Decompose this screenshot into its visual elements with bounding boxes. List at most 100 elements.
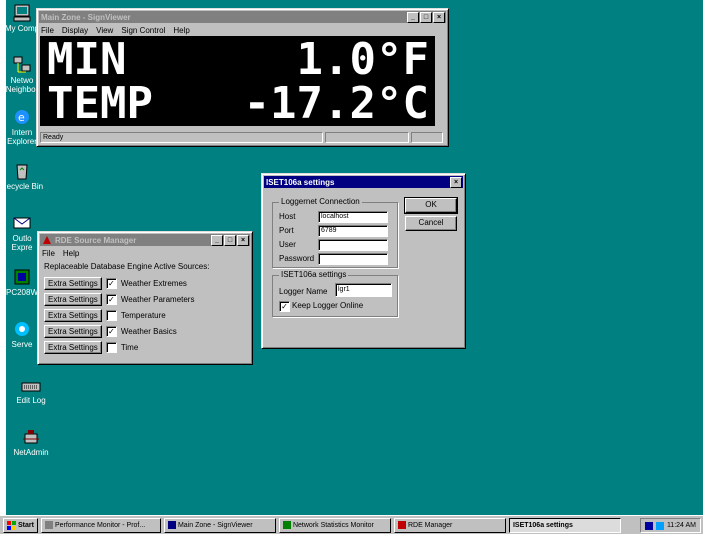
source-checkbox[interactable]: ✓	[105, 326, 117, 337]
keep-online-label: Keep Logger Online	[292, 301, 364, 310]
source-label: Weather Extremes	[120, 279, 187, 288]
rde-window[interactable]: RDE Source Manager _ □ × File Help Repla…	[37, 231, 253, 365]
desktop-icon-label: NetAdmin	[13, 448, 49, 457]
source-row: Extra Settings Time	[44, 340, 246, 355]
keyboard-icon	[21, 382, 41, 392]
svg-text:e: e	[18, 111, 25, 124]
sign-line-1-value: 1.0°F	[296, 34, 429, 85]
iset-titlebar[interactable]: ISET106a settings ×	[264, 176, 463, 188]
taskbar: Start Performance Monitor - Prof... Main…	[0, 515, 703, 534]
perfmon-icon	[44, 521, 53, 529]
windows-logo-icon	[7, 520, 16, 530]
source-row: Extra Settings Temperature	[44, 308, 246, 323]
ok-button[interactable]: OK	[404, 197, 458, 214]
close-button[interactable]: ×	[450, 176, 462, 188]
menu-sign-control[interactable]: Sign Control	[121, 26, 165, 35]
desktop-icon-label: Serve	[11, 340, 33, 349]
source-row: Extra Settings ✓ Weather Extremes	[44, 276, 246, 291]
desktop-icon-recycle-bin[interactable]: Recycle Bin	[6, 162, 52, 191]
taskbar-item-label: Performance Monitor - Prof...	[54, 521, 146, 529]
extra-settings-button[interactable]: Extra Settings	[44, 293, 102, 306]
desktop-icon-label: Netwo Neighbor	[6, 76, 39, 94]
maximize-button[interactable]: □	[224, 234, 236, 246]
minimize-button[interactable]: _	[211, 234, 223, 246]
password-field[interactable]	[318, 253, 388, 265]
source-label: Weather Parameters	[120, 295, 195, 304]
recycle-bin-icon	[16, 164, 28, 180]
signviewer-icon	[167, 521, 176, 529]
signviewer-window[interactable]: Main Zone - SignViewer _ □ × File Displa…	[36, 8, 449, 147]
port-label: Port	[279, 226, 294, 235]
rde-icon	[397, 521, 406, 529]
user-label: User	[279, 240, 296, 249]
extra-settings-button[interactable]: Extra Settings	[44, 309, 102, 322]
host-label: Host	[279, 212, 296, 221]
close-button[interactable]: ×	[433, 11, 445, 23]
source-checkbox[interactable]	[105, 310, 117, 321]
source-checkbox[interactable]	[105, 342, 117, 353]
pc208w-icon	[14, 269, 30, 285]
source-checkbox[interactable]: ✓	[105, 278, 117, 289]
system-tray: 11:24 AM	[639, 518, 701, 533]
start-button[interactable]: Start	[3, 517, 38, 533]
taskbar-item-iset-settings[interactable]: ISET106a settings	[508, 517, 621, 533]
signviewer-titlebar[interactable]: Main Zone - SignViewer _ □ ×	[39, 11, 446, 23]
extra-settings-button[interactable]: Extra Settings	[44, 277, 102, 290]
network-icon	[13, 56, 31, 73]
keep-online-checkbox[interactable]: ✓	[279, 301, 290, 312]
source-row: Extra Settings ✓ Weather Basics	[44, 324, 246, 339]
taskbar-item-label: Main Zone - SignViewer	[177, 521, 253, 529]
status-text: Ready	[40, 132, 323, 143]
taskbar-item-label: Network Statistics Monitor	[292, 521, 374, 529]
rde-body: Replaceable Database Engine Active Sourc…	[38, 259, 252, 359]
tray-network-icon[interactable]	[644, 521, 653, 530]
signviewer-statusbar: Ready	[40, 132, 445, 143]
signviewer-title: Main Zone - SignViewer	[41, 12, 131, 22]
desktop-icon-label: My Comp	[6, 24, 40, 33]
source-label: Temperature	[120, 311, 166, 320]
menu-file[interactable]: File	[42, 249, 55, 258]
close-button[interactable]: ×	[237, 234, 249, 246]
desktop-icon-label: Outlo Expre	[11, 234, 33, 252]
taskbar-item-network-statistics[interactable]: Network Statistics Monitor	[278, 517, 391, 533]
extra-settings-button[interactable]: Extra Settings	[44, 341, 102, 354]
tray-speaker-icon[interactable]	[655, 521, 664, 530]
sign-line-1-label: MIN	[47, 34, 127, 85]
logger-name-field[interactable]: lgr1	[335, 283, 392, 297]
minimize-button[interactable]: _	[407, 11, 419, 23]
rde-titlebar[interactable]: RDE Source Manager _ □ ×	[40, 234, 250, 246]
menu-help[interactable]: Help	[173, 26, 189, 35]
taskbar-item-signviewer[interactable]: Main Zone - SignViewer	[163, 517, 276, 533]
desktop-icon-label: PC208W	[6, 288, 38, 297]
user-field[interactable]	[318, 239, 388, 251]
taskbar-item-label: RDE Manager	[407, 521, 453, 529]
source-row: Extra Settings ✓ Weather Parameters	[44, 292, 246, 307]
rde-heading: Replaceable Database Engine Active Sourc…	[44, 262, 210, 271]
desktop-icon-label: Edit Log	[16, 396, 46, 405]
maximize-button[interactable]: □	[420, 11, 432, 23]
clock[interactable]: 11:24 AM	[667, 519, 696, 532]
sign-line-2-value: -17.2°C	[243, 78, 429, 129]
port-field[interactable]: 6789	[318, 225, 388, 237]
cancel-button[interactable]: Cancel	[405, 216, 457, 231]
host-field[interactable]: localhost	[318, 211, 388, 223]
menu-help[interactable]: Help	[63, 249, 79, 258]
source-label: Weather Basics	[120, 327, 177, 336]
status-pane-3	[411, 132, 443, 143]
taskbar-item-performance-monitor[interactable]: Performance Monitor - Prof...	[40, 517, 161, 533]
netstat-icon	[282, 521, 291, 529]
group-label: Loggernet Connection	[279, 197, 362, 206]
desktop-icon-edit-log[interactable]: Edit Log	[6, 376, 61, 405]
source-checkbox[interactable]: ✓	[105, 294, 117, 305]
server-icon	[15, 322, 29, 336]
loggernet-connection-group: Loggernet Connection Host localhost Port…	[272, 197, 398, 268]
iset-dialog[interactable]: ISET106a settings × Loggernet Connection…	[261, 173, 466, 349]
extra-settings-button[interactable]: Extra Settings	[44, 325, 102, 338]
sign-display: MIN 1.0°F TEMP -17.2°C	[40, 36, 435, 126]
taskbar-item-label: ISET106a settings	[512, 521, 573, 529]
group-label: ISET106a settings	[279, 270, 349, 279]
taskbar-item-rde-manager[interactable]: RDE Manager	[393, 517, 506, 533]
desktop-icon-netadmin[interactable]: NetAdmin	[6, 428, 61, 457]
outlook-icon	[13, 217, 31, 229]
rde-app-icon	[43, 236, 51, 244]
